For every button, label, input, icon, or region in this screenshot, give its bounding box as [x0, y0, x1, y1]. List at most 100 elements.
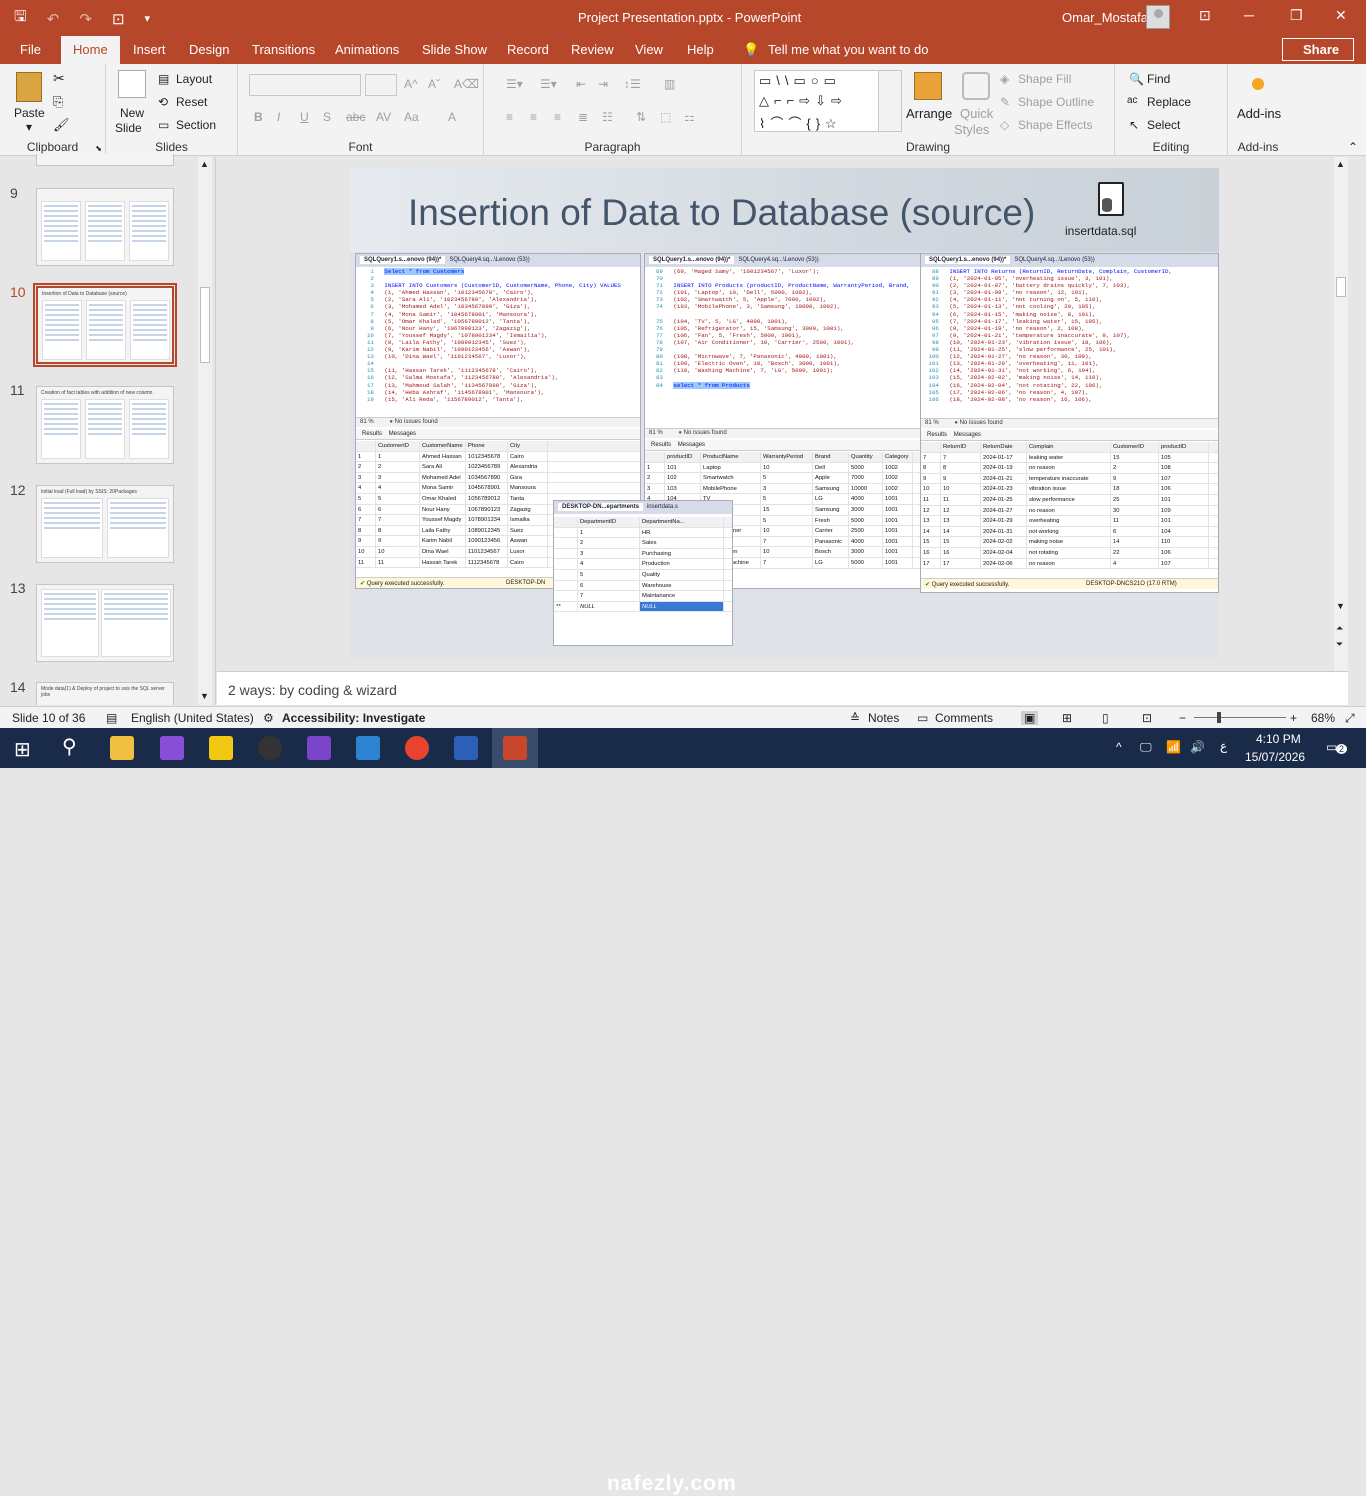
column-header[interactable]: Phone	[466, 441, 508, 451]
grid-cell[interactable]: 17	[921, 558, 941, 569]
grid-cell[interactable]: 1101234567	[466, 546, 508, 557]
grid-cell[interactable]: 2024-01-23	[981, 484, 1027, 494]
grid-cell[interactable]: 3	[645, 483, 665, 494]
grid-cell[interactable]	[554, 548, 578, 559]
grid-cell[interactable]: Omar Khaled	[420, 493, 466, 504]
addins-button[interactable]: Add-ins	[1237, 106, 1281, 121]
table-row[interactable]: 7 7 2024-01-17 leaking water 15 105	[921, 452, 1218, 464]
column-header[interactable]: DepartmentNa...	[640, 517, 724, 527]
copy-icon[interactable]: ⎘	[53, 94, 63, 110]
layout-button[interactable]: Layout	[176, 72, 212, 86]
grid-cell[interactable]: making noise	[1027, 537, 1111, 547]
grid-cell[interactable]: 2024-01-25	[981, 494, 1027, 505]
grid-cell[interactable]: 9	[356, 536, 376, 546]
strikethrough-button[interactable]: abc	[346, 110, 365, 124]
grid-cell[interactable]: Zagazig	[508, 504, 548, 515]
vs-purple-icon[interactable]	[307, 736, 331, 760]
grid-cell[interactable]: 110	[1159, 537, 1209, 547]
accessibility-status[interactable]: Accessibility: Investigate	[282, 711, 425, 725]
grid-cell[interactable]: 2	[1111, 463, 1159, 473]
grid-cell[interactable]: 10	[941, 484, 981, 494]
shapes-gallery-more-icon[interactable]	[878, 70, 902, 132]
power-bi-icon[interactable]	[209, 736, 233, 760]
new-slide-button-line2[interactable]: Slide	[115, 121, 142, 135]
smartart-icon[interactable]: ⚏	[684, 110, 695, 124]
grid-cell[interactable]	[554, 527, 578, 538]
column-header[interactable]: City	[508, 441, 548, 451]
grid-cell[interactable]: 1067890123	[466, 504, 508, 515]
shapes-row-2-icons[interactable]: △⌐⌐⇨⇩⇨	[759, 93, 847, 109]
grid-cell[interactable]: 1	[578, 527, 640, 538]
grid-cell[interactable]: 4	[376, 483, 420, 493]
column-header[interactable]	[921, 442, 941, 452]
grid-cell[interactable]: 1001	[883, 515, 913, 526]
tray-chevron-icon[interactable]: ^	[1116, 740, 1122, 754]
maximize-icon[interactable]: ❐	[1290, 7, 1303, 24]
grid-cell[interactable]: Mona Samir	[420, 483, 466, 493]
tab-slide-show[interactable]: Slide Show	[422, 42, 487, 57]
grid-cell[interactable]: 2024-02-04	[981, 547, 1027, 558]
fit-to-window-icon[interactable]: ⤢	[1345, 711, 1355, 726]
table-row[interactable]: 6 Warehouse	[554, 580, 732, 592]
change-case-button[interactable]: Aa	[404, 110, 419, 124]
column-header[interactable]: CustomerID	[1111, 442, 1159, 452]
grid-cell[interactable]: 1089012345	[466, 525, 508, 536]
grid-cell[interactable]: 105	[1159, 452, 1209, 463]
undo-icon[interactable]: ↶	[47, 10, 60, 28]
grid-cell[interactable]: Production	[640, 559, 724, 569]
ssms-icon[interactable]	[356, 736, 380, 760]
grid-cell[interactable]: 2500	[849, 526, 883, 536]
grid-cell[interactable]: not working	[1027, 526, 1111, 537]
table-row[interactable]: 2 Sales	[554, 538, 732, 549]
grid-cell[interactable]: Alexandria	[508, 462, 548, 472]
grid-cell[interactable]: 2024-01-29	[981, 516, 1027, 526]
volume-icon[interactable]: 🔊	[1190, 740, 1205, 754]
scroll-down-icon[interactable]: ▼	[200, 691, 209, 701]
grid-cell[interactable]: 5	[376, 493, 420, 504]
grid-cell[interactable]: 2024-01-21	[981, 473, 1027, 484]
select-button[interactable]: Select	[1147, 118, 1180, 132]
grid-cell[interactable]: Sara Ali	[420, 462, 466, 472]
table-row[interactable]: 17 17 2024-02-06 no reason 4 107	[921, 558, 1218, 570]
grid-cell[interactable]: 5000	[849, 515, 883, 526]
shape-effects-button[interactable]: Shape Effects	[1018, 118, 1093, 132]
grid-cell[interactable]: NULL	[578, 601, 640, 612]
query-tab[interactable]: SQLQuery4.sq...\Lenovo (53))	[1014, 257, 1094, 263]
column-header[interactable]: Quantity	[849, 452, 883, 462]
grid-cell[interactable]: Samsung	[813, 504, 849, 515]
minimize-icon[interactable]: ─	[1244, 7, 1254, 23]
grid-cell[interactable]: Maintanance	[640, 591, 724, 601]
table-row[interactable]: 15 15 2024-02-02 making noise 14 110	[921, 537, 1218, 548]
notes-toggle[interactable]: Notes	[868, 711, 899, 725]
attachment-filename[interactable]: insertdata.sql	[1065, 224, 1136, 238]
italic-button[interactable]: I	[277, 110, 280, 124]
close-icon[interactable]: ✕	[1335, 7, 1347, 24]
arrange-button[interactable]: Arrange	[906, 106, 952, 121]
grid-cell[interactable]: 2024-01-27	[981, 505, 1027, 516]
grid-cell[interactable]: no reason	[1027, 558, 1111, 569]
grid-cell[interactable]: Laptop	[701, 462, 761, 473]
grid-cell[interactable]: 2	[578, 538, 640, 548]
grid-cell[interactable]: Bosch	[813, 547, 849, 557]
sql-file-icon[interactable]	[1098, 182, 1124, 216]
font-name-dropdown[interactable]	[249, 74, 361, 96]
notes-pane[interactable]: 2 ways: by coding & wizard	[217, 671, 1348, 705]
query-tab[interactable]: SQLQuery1.s...enovo (94))*	[925, 256, 1011, 264]
new-slide-button-line1[interactable]: New	[120, 106, 144, 120]
table-row[interactable]: 8 8 2024-01-19 no reason 2 108	[921, 463, 1218, 474]
grid-cell[interactable]: 7	[761, 536, 813, 547]
decrease-font-icon[interactable]: Aˇ	[428, 77, 440, 91]
grid-cell[interactable]: 10	[921, 484, 941, 494]
customize-qat-icon[interactable]: ▾	[145, 12, 151, 25]
bullets-icon[interactable]: ☰▾	[506, 77, 523, 91]
grid-cell[interactable]: 1012345678	[466, 451, 508, 462]
network-icon[interactable]: 🖵	[1140, 740, 1152, 755]
tab-insert[interactable]: Insert	[133, 42, 166, 57]
slide-thumbnail-12[interactable]: Initial load (Full load) by SSIS: 20Pack…	[36, 485, 174, 563]
grid-cell[interactable]: slow performance	[1027, 494, 1111, 505]
grid-cell[interactable]: Nour Hany	[420, 504, 466, 515]
redo-icon[interactable]: ↷	[79, 10, 92, 28]
grid-cell[interactable]: 2024-02-02	[981, 537, 1027, 547]
grid-cell[interactable]: 109	[1159, 505, 1209, 516]
grid-cell[interactable]: 7	[921, 452, 941, 463]
